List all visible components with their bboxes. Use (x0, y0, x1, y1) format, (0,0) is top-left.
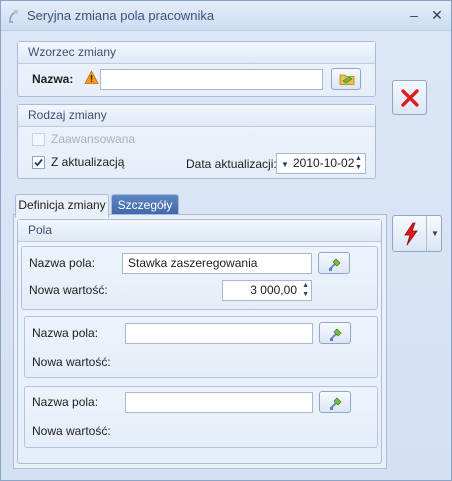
wartosc-spin-up-icon[interactable]: ▲ (301, 282, 309, 290)
dialog-window: Seryjna zmiana pola pracownika – ✕ Wzorz… (0, 0, 452, 481)
warning-icon (84, 70, 99, 85)
zaawansowana-label: Zaawansowana (51, 132, 136, 146)
data-aktualizacji-value: 2010-10-02 (293, 156, 355, 170)
pola-group: Pola Nazwa pola: Stawka zaszeregowania N… (17, 219, 382, 464)
execute-dropdown-icon[interactable]: ▼ (431, 229, 439, 238)
nazwa-pola-lookup-button[interactable] (319, 391, 351, 413)
tab-definicja-zmiany[interactable]: Definicja zmiany (15, 194, 109, 218)
aktualizacja-checkbox[interactable] (32, 156, 45, 169)
data-aktualizacji-field[interactable]: ▼ 2010-10-02 ▲ ▼ (276, 153, 366, 174)
folder-icon (339, 72, 355, 89)
wzorzec-zmiany-group: Wzorzec zmiany Nazwa: (17, 41, 376, 97)
nazwa-pola-label: Nazwa pola: (29, 256, 96, 270)
execute-button[interactable]: ▼ (392, 215, 442, 252)
wartosc-spin-down-icon[interactable]: ▼ (301, 291, 309, 299)
data-aktualizacji-label: Data aktualizacji: (186, 157, 277, 171)
minimize-button[interactable]: – (404, 6, 424, 24)
nowa-wartosc-value: 3 000,00 (250, 283, 297, 297)
field-picker-icon (328, 326, 344, 345)
cancel-button[interactable] (392, 80, 427, 115)
nowa-wartosc-label: Nowa wartość: (29, 283, 108, 297)
date-spin-down-icon[interactable]: ▼ (355, 164, 363, 172)
wzorzec-zmiany-header: Wzorzec zmiany (18, 42, 375, 64)
pole-row-3: Nazwa pola: Nowa wartość: (24, 386, 378, 448)
nazwa-pola-label: Nazwa pola: (32, 326, 99, 340)
tab-szczegoly[interactable]: Szczegóły (111, 194, 179, 216)
close-button[interactable]: ✕ (427, 6, 447, 24)
lightning-icon (401, 222, 421, 249)
rodzaj-zmiany-header: Rodzaj zmiany (18, 105, 375, 127)
field-picker-icon (327, 256, 343, 275)
tab-panel: Pola Nazwa pola: Stawka zaszeregowania N… (13, 214, 387, 469)
zaawansowana-checkbox (32, 133, 45, 146)
pola-header: Pola (18, 220, 381, 242)
nazwa-pola-lookup-button[interactable] (319, 322, 351, 344)
rodzaj-zmiany-group: Rodzaj zmiany Zaawansowana Z aktualizacj… (17, 104, 376, 179)
aktualizacja-label: Z aktualizacją (51, 155, 125, 169)
wzorzec-lookup-button[interactable] (331, 68, 361, 90)
red-x-icon (400, 88, 420, 111)
nazwa-pola-lookup-button[interactable] (318, 252, 350, 274)
date-spin-up-icon[interactable]: ▲ (355, 155, 363, 163)
nowa-wartosc-input[interactable]: 3 000,00 ▲ ▼ (222, 280, 312, 301)
pole-row-1: Nazwa pola: Stawka zaszeregowania Nowa w… (21, 246, 378, 310)
field-picker-icon (328, 395, 344, 414)
nowa-wartosc-label: Nowa wartość: (32, 355, 111, 369)
pole-row-2: Nazwa pola: Nowa wartość: (24, 316, 378, 378)
app-icon (7, 7, 23, 25)
nazwa-pola-input[interactable] (125, 323, 313, 344)
nowa-wartosc-label: Nowa wartość: (32, 424, 111, 438)
nazwa-input[interactable] (100, 69, 323, 90)
nazwa-pola-input[interactable] (125, 392, 313, 413)
title-bar[interactable]: Seryjna zmiana pola pracownika – ✕ (1, 1, 451, 31)
nazwa-pola-input[interactable]: Stawka zaszeregowania (122, 253, 312, 274)
nazwa-pola-label: Nazwa pola: (32, 395, 99, 409)
date-dropdown-icon[interactable]: ▼ (281, 157, 289, 172)
window-title: Seryjna zmiana pola pracownika (27, 8, 215, 23)
split-divider (426, 216, 427, 251)
nazwa-label: Nazwa: (32, 72, 74, 86)
